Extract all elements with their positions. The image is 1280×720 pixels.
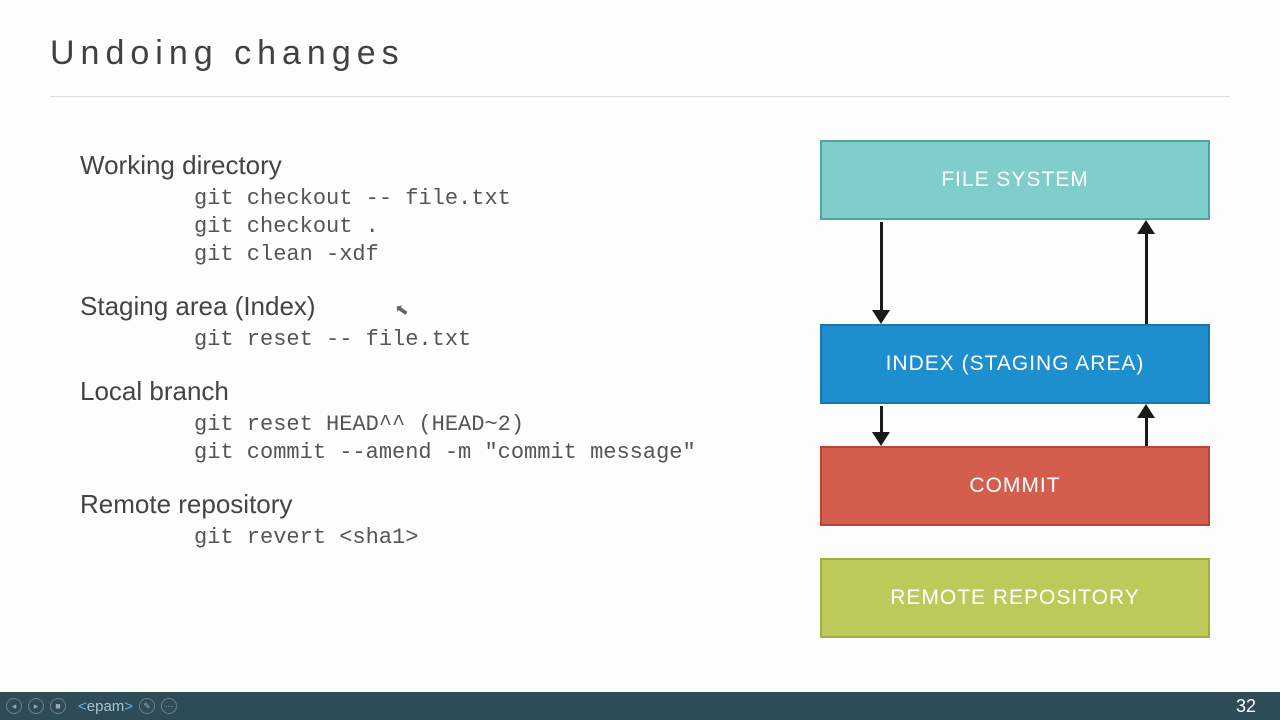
arrow-line: [1145, 416, 1148, 446]
section-working-directory: Working directory git checkout -- file.t…: [80, 150, 720, 269]
content-column: Working directory git checkout -- file.t…: [80, 150, 720, 574]
code-block: git revert <sha1>: [80, 524, 720, 552]
arrow-up-icon: [1137, 220, 1155, 234]
prev-slide-icon[interactable]: ◂: [6, 698, 22, 714]
stop-icon[interactable]: ■: [50, 698, 66, 714]
logo-text: epam: [87, 698, 125, 715]
code-block: git checkout -- file.txt git checkout . …: [80, 185, 720, 269]
section-heading: Working directory: [80, 150, 720, 181]
arrow-line: [880, 222, 883, 312]
section-remote-repository: Remote repository git revert <sha1>: [80, 489, 720, 552]
diagram-box-index: INDEX (STAGING AREA): [820, 324, 1210, 404]
diagram-box-remote: REMOTE REPOSITORY: [820, 558, 1210, 638]
next-slide-icon[interactable]: ▸: [28, 698, 44, 714]
git-layers-diagram: FILE SYSTEM INDEX (STAGING AREA) COMMIT …: [820, 140, 1210, 650]
pen-icon[interactable]: ✎: [139, 698, 155, 714]
title-rule: [50, 96, 1230, 97]
diagram-box-file-system: FILE SYSTEM: [820, 140, 1210, 220]
slide: Undoing changes Working directory git ch…: [0, 0, 1280, 692]
footer-bar: ◂ ▸ ■ <epam> ✎ ⋯ 32: [0, 692, 1280, 720]
arrow-line: [1145, 232, 1148, 324]
page-number: 32: [1236, 696, 1256, 717]
section-local-branch: Local branch git reset HEAD^^ (HEAD~2) g…: [80, 376, 720, 467]
section-heading: Local branch: [80, 376, 720, 407]
presenter-controls: ◂ ▸ ■ <epam> ✎ ⋯: [0, 698, 177, 715]
slide-title: Undoing changes: [50, 34, 405, 73]
arrow-down-icon: [872, 432, 890, 446]
epam-logo: <epam>: [78, 698, 133, 715]
arrow-line: [880, 406, 883, 434]
diagram-box-commit: COMMIT: [820, 446, 1210, 526]
section-heading: Remote repository: [80, 489, 720, 520]
arrow-down-icon: [872, 310, 890, 324]
menu-icon[interactable]: ⋯: [161, 698, 177, 714]
arrow-up-icon: [1137, 404, 1155, 418]
code-block: git reset HEAD^^ (HEAD~2) git commit --a…: [80, 411, 720, 467]
code-block: git reset -- file.txt: [80, 326, 720, 354]
